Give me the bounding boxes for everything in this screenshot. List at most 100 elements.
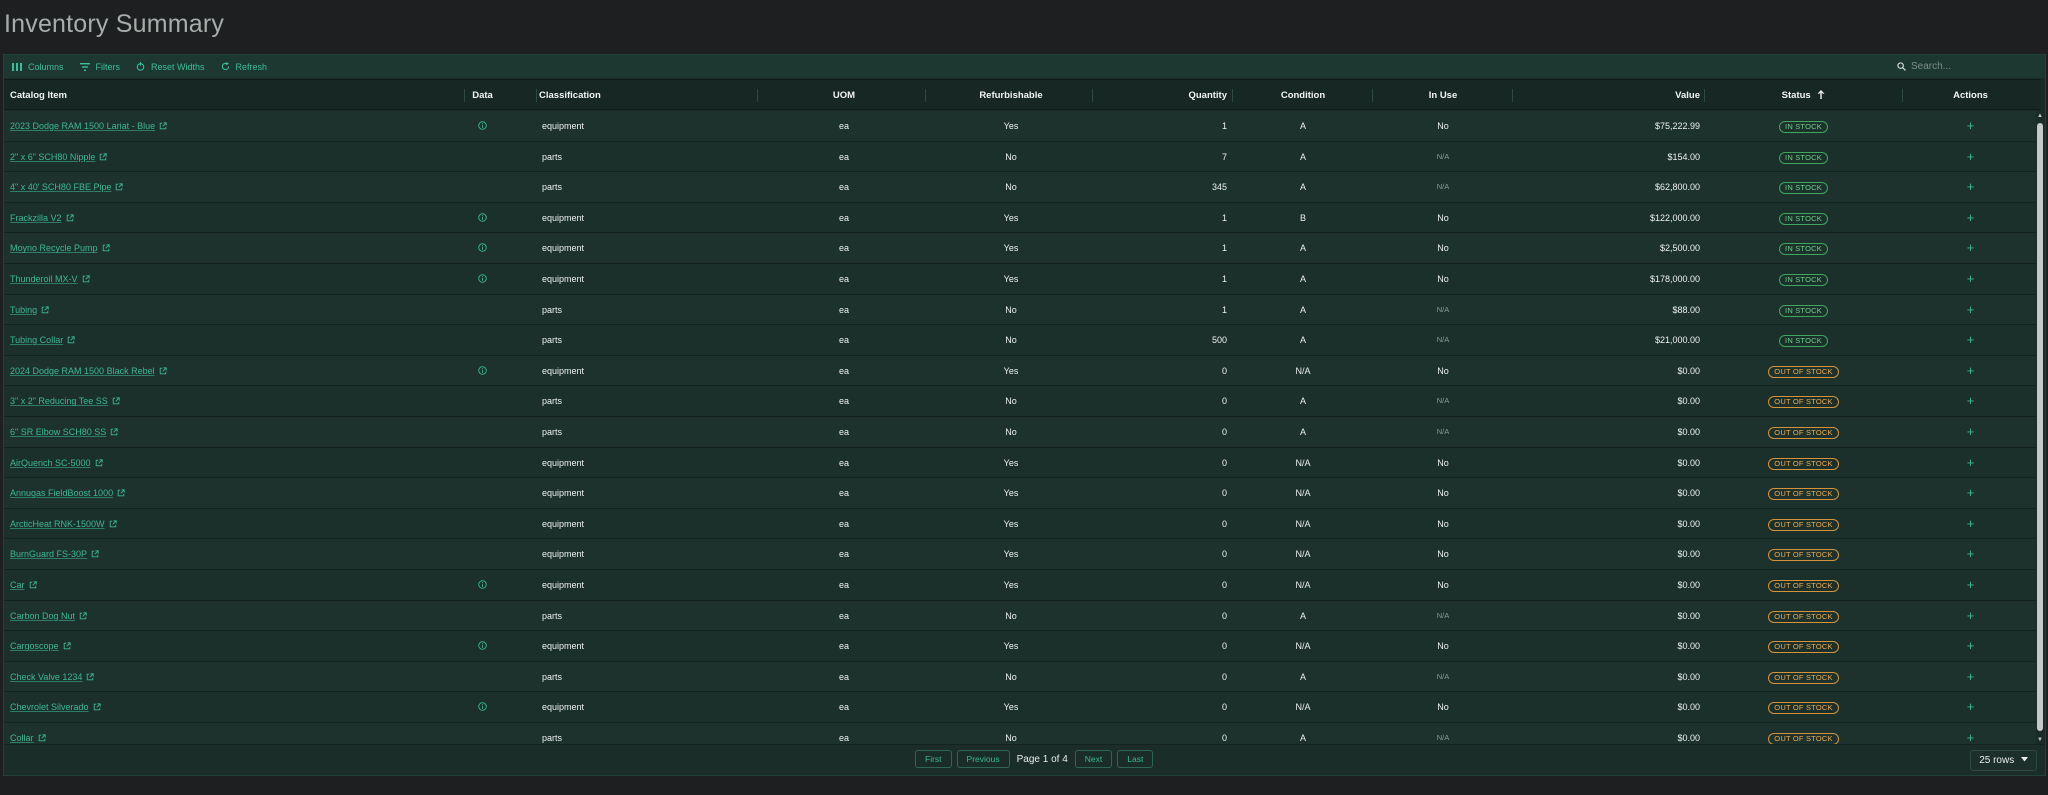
catalog-item-link[interactable]: BurnGuard FS-30P — [10, 549, 87, 559]
add-icon[interactable]: + — [1967, 638, 1975, 653]
add-icon[interactable]: + — [1967, 179, 1975, 194]
filters-button[interactable]: Filters — [79, 62, 120, 72]
external-link-icon[interactable] — [66, 214, 74, 222]
column-header-status[interactable]: Status — [1705, 80, 1902, 111]
external-link-icon[interactable] — [109, 520, 117, 528]
info-icon[interactable] — [478, 243, 487, 253]
last-page-button[interactable]: Last — [1117, 750, 1154, 768]
external-link-icon[interactable] — [99, 152, 108, 161]
table-row[interactable]: Check Valve 1234 parts ea No 0 A N/A $0.00 OUT O… — [4, 661, 2041, 693]
add-icon[interactable]: + — [1967, 699, 1975, 714]
add-icon[interactable]: + — [1967, 424, 1975, 439]
add-icon[interactable]: + — [1967, 332, 1975, 347]
scrollbar-thumb[interactable] — [2037, 123, 2043, 731]
external-link-icon[interactable] — [115, 183, 124, 191]
add-icon[interactable]: + — [1967, 730, 1975, 745]
external-link-icon[interactable] — [102, 244, 110, 252]
add-icon[interactable]: + — [1967, 608, 1975, 623]
column-header-refurbishable[interactable]: Refurbishable — [926, 80, 1096, 111]
add-icon[interactable]: + — [1967, 240, 1975, 255]
table-row[interactable]: 2" x 6" SCH80 Nipple parts ea No 7 A N/A $154.0… — [4, 141, 2041, 173]
external-link-icon[interactable] — [159, 122, 167, 130]
catalog-item-link[interactable]: 6" SR Elbow SCH80 SS — [10, 427, 106, 437]
info-icon[interactable] — [478, 580, 487, 589]
table-row[interactable]: Tubing Collar parts ea No 500 A N/A $21,000.00 I… — [4, 325, 2041, 356]
column-header-classification[interactable]: Classification — [539, 80, 601, 111]
external-link-icon[interactable] — [29, 581, 37, 589]
scroll-down-icon[interactable]: ▼ — [2037, 736, 2043, 744]
add-icon[interactable]: + — [1967, 210, 1975, 225]
external-link-icon[interactable] — [117, 489, 125, 497]
add-icon[interactable]: + — [1967, 363, 1975, 378]
external-link-icon[interactable] — [79, 611, 87, 620]
external-link-icon[interactable] — [112, 397, 120, 405]
column-header-condition[interactable]: Condition — [1233, 80, 1373, 111]
table-row[interactable]: Moyno Recycle Pump equipment ea Yes 1 A No $2,5… — [4, 233, 2041, 264]
column-header-in-use[interactable]: In Use — [1373, 80, 1513, 111]
add-icon[interactable]: + — [1967, 669, 1975, 684]
external-link-icon[interactable] — [86, 673, 95, 681]
catalog-item-link[interactable]: Check Valve 1234 — [10, 672, 82, 682]
catalog-item-link[interactable]: Annugas FieldBoost 1000 — [10, 488, 113, 498]
table-row[interactable]: Chevrolet Silverado equipment ea Yes 0 N/A No $… — [4, 692, 2041, 723]
catalog-item-link[interactable]: Tubing — [10, 305, 37, 315]
table-row[interactable]: 2024 Dodge RAM 1500 Black Rebel equipment… — [4, 355, 2041, 387]
external-link-icon[interactable] — [93, 703, 101, 711]
info-icon[interactable] — [478, 702, 487, 712]
refresh-button[interactable]: Refresh — [221, 62, 267, 72]
previous-page-button[interactable]: Previous — [956, 750, 1010, 768]
catalog-item-link[interactable]: Car — [10, 580, 25, 590]
add-icon[interactable]: + — [1967, 577, 1975, 592]
external-link-icon[interactable] — [91, 550, 99, 558]
catalog-item-link[interactable]: AirQuench SC-5000 — [10, 458, 91, 468]
add-icon[interactable]: + — [1967, 302, 1975, 317]
catalog-item-link[interactable]: Tubing Collar — [10, 335, 63, 345]
catalog-item-link[interactable]: Thunderoil MX-V — [10, 274, 78, 284]
catalog-item-link[interactable]: Cargoscope — [10, 641, 59, 651]
info-icon[interactable] — [478, 641, 487, 650]
column-resizer[interactable] — [464, 89, 465, 102]
info-icon[interactable] — [478, 274, 487, 283]
external-link-icon[interactable] — [63, 642, 71, 650]
catalog-item-link[interactable]: 2024 Dodge RAM 1500 Black Rebel — [10, 366, 155, 376]
table-row[interactable]: Collar parts ea No 0 A N/A $0.00 OUT OF STOCK + — [4, 723, 2041, 745]
reset-widths-button[interactable]: Reset Widths — [136, 62, 205, 72]
external-link-icon[interactable] — [67, 336, 75, 344]
add-icon[interactable]: + — [1967, 546, 1975, 561]
add-icon[interactable]: + — [1967, 271, 1975, 286]
add-icon[interactable]: + — [1967, 455, 1975, 470]
catalog-item-link[interactable]: Collar — [10, 733, 34, 743]
external-link-icon[interactable] — [95, 458, 103, 467]
table-row[interactable]: Frackzilla V2 equipment ea Yes 1 B No $122,000.… — [4, 202, 2041, 234]
table-row[interactable]: 6" SR Elbow SCH80 SS parts ea No 0 A N/A $0.00 O… — [4, 417, 2041, 448]
catalog-item-link[interactable]: 3" x 2" Reducing Tee SS — [10, 396, 108, 406]
column-header-catalog-item[interactable]: Catalog Item — [10, 80, 67, 111]
catalog-item-link[interactable]: Moyno Recycle Pump — [10, 243, 98, 253]
table-row[interactable]: Tubing parts ea No 1 A N/A $88.00 IN STOCK + — [4, 294, 2041, 326]
table-row[interactable]: BurnGuard FS-30P equipment ea Yes 0 N/A No $0.0… — [4, 539, 2041, 570]
table-row[interactable]: Car equipment ea Yes 0 N/A No $0.00 OUT OF STOCK… — [4, 570, 2041, 601]
next-page-button[interactable]: Next — [1074, 750, 1113, 768]
search-input[interactable] — [1911, 61, 2031, 72]
scroll-up-icon[interactable]: ▲ — [2037, 112, 2043, 120]
external-link-icon[interactable] — [41, 305, 49, 314]
first-page-button[interactable]: First — [915, 750, 952, 768]
table-row[interactable]: 2023 Dodge RAM 1500 Lariat - Blue equipme… — [4, 111, 2041, 142]
column-header-quantity[interactable]: Quantity — [1093, 80, 1227, 111]
columns-button[interactable]: Columns — [12, 62, 64, 72]
table-row[interactable]: 4" x 40' SCH80 FBE Pipe parts ea No 345 A N/A $… — [4, 172, 2041, 203]
column-header-uom[interactable]: UOM — [758, 80, 930, 111]
external-link-icon[interactable] — [159, 367, 167, 375]
catalog-item-link[interactable]: ArcticHeat RNK-1500W — [10, 519, 105, 529]
info-icon[interactable] — [478, 121, 487, 130]
table-row[interactable]: 3" x 2" Reducing Tee SS parts ea No 0 A N/A $0.… — [4, 386, 2041, 417]
catalog-item-link[interactable]: Carbon Dog Nut — [10, 611, 75, 621]
catalog-item-link[interactable]: 4" x 40' SCH80 FBE Pipe — [10, 182, 111, 192]
catalog-item-link[interactable]: Chevrolet Silverado — [10, 702, 89, 712]
add-icon[interactable]: + — [1967, 393, 1975, 408]
table-row[interactable]: AirQuench SC-5000 equipment ea Yes 0 N/A No $0.… — [4, 447, 2041, 479]
add-icon[interactable]: + — [1967, 485, 1975, 500]
column-header-value[interactable]: Value — [1513, 80, 1700, 111]
table-row[interactable]: ArcticHeat RNK-1500W equipment ea Yes 0 N/A No… — [4, 508, 2041, 540]
table-row[interactable]: Thunderoil MX-V equipment ea Yes 1 A No $178,00… — [4, 264, 2041, 295]
